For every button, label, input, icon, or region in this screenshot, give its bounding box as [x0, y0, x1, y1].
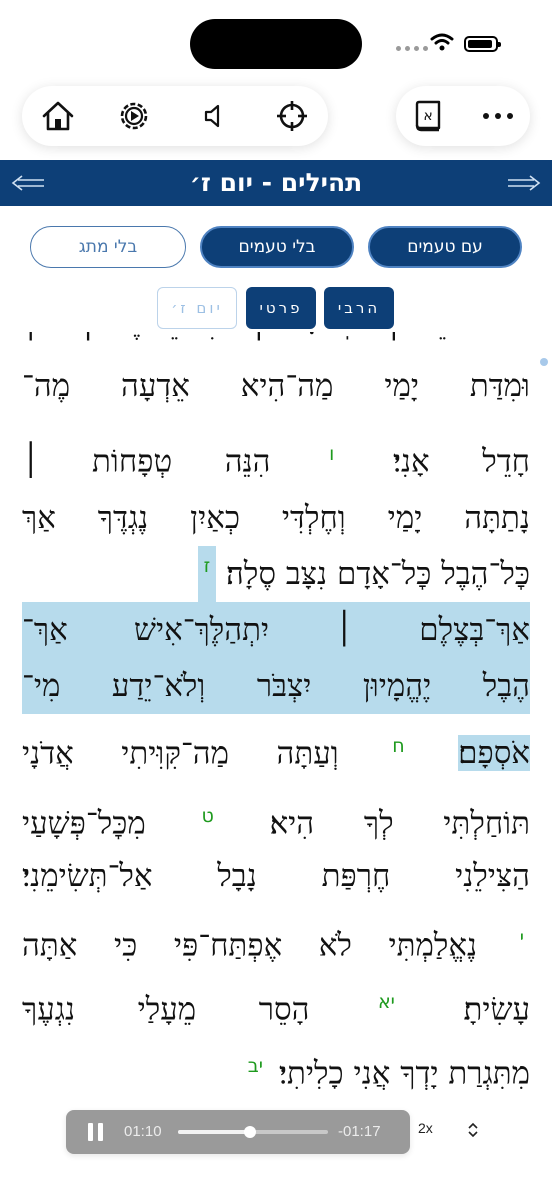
settings-icon[interactable] — [114, 96, 154, 136]
verse-number: ח — [392, 735, 405, 757]
without-meteg-button[interactable]: בלי מתג — [30, 226, 186, 268]
text-segment: מִכׇּל־פְּשָׁעַי — [22, 805, 146, 842]
text-line: נָתַתָּה יָמַי וְחֶלְדִּי כְאַיִן נֶגְדֶ… — [22, 500, 530, 536]
dynamic-island — [190, 19, 362, 69]
text-segment: מִתִּגְרַת יָדְךָ אֲנִי כָלִיתִי׃ — [278, 1055, 530, 1092]
remaining-time: -01:17 — [338, 1123, 381, 1140]
speed-stepper-icon[interactable] — [466, 1120, 480, 1140]
text-line: ־ ֹ ֵ ׀ ֽ ׃ ׀ ִ ֵ ֶ ׀ ׀ — [22, 332, 530, 352]
text-line: הַצִּילֵנִי חֶרְפַּת נָבָל אַל־תְּשִׂימֵ… — [22, 858, 530, 894]
wifi-icon — [430, 33, 454, 51]
rebbe-mode-button[interactable]: הרבי — [324, 287, 394, 329]
text-line: אֹסְפָם׃ ח וְעַתָּה מַה־קִּוִּיתִי אֲדֹנ… — [22, 718, 530, 774]
home-icon[interactable] — [38, 96, 78, 136]
chapter-header: תהילים - יום ז׳ — [0, 160, 552, 206]
book-icon[interactable]: א — [408, 96, 448, 136]
text-segment: הִנֵּה טְפָחוֹת ׀ — [22, 443, 271, 480]
progress-thumb[interactable] — [244, 1126, 256, 1138]
with-cantillation-button[interactable]: עם טעמים — [368, 226, 522, 268]
cellular-signal-icon — [396, 46, 428, 51]
playback-speed-button[interactable]: 2x — [418, 1120, 433, 1136]
highlighted-text-line: הֶבֶל יֶהֱמָיוּן יִצְבֹּר וְלֹא־יֵדַע מִ… — [22, 658, 530, 714]
more-icon[interactable] — [478, 96, 518, 136]
progress-slider[interactable] — [178, 1126, 328, 1138]
text-segment: עָשִׂיתָ׃ — [463, 991, 530, 1028]
text-segment: כׇּל־הֶבֶל כׇּל־אָדָם נִצָּב סֶלָה׃ — [226, 556, 530, 592]
text-line: וּמִדַּת יָמַי מַה־הִיא אֵדְעָה מֶה־ — [22, 368, 530, 404]
text-line-clipped: ־ ֹ ֵ ׀ ֽ ׃ ׀ ִ ֵ ֶ ׀ ׀ — [22, 332, 530, 352]
page-title: תהילים - יום ז׳ — [189, 168, 363, 197]
highlighted-text-segment: אֹסְפָם׃ — [458, 735, 530, 772]
speaker-icon[interactable] — [194, 96, 234, 136]
verse-number: ט — [201, 805, 214, 827]
text-segment: חָדֵל אָנִי׃ — [392, 443, 530, 480]
text-line: כׇּל־הֶבֶל כׇּל־אָדָם נִצָּב סֶלָה׃ ז — [22, 546, 530, 602]
main-toolbar — [22, 86, 328, 146]
private-mode-button[interactable]: פרטי — [246, 287, 316, 329]
elapsed-time: 01:10 — [124, 1123, 162, 1140]
verse-number: ו — [329, 443, 335, 465]
previous-arrow-icon[interactable] — [10, 172, 46, 194]
text-segment: הָסֵר מֵעָלַי נִגְעֶךָ — [22, 991, 310, 1028]
text-segment: וְעַתָּה מַה־קִּוִּיתִי אֲדֹנָי — [22, 735, 339, 772]
text-segment: תּוֹחַלְתִּי לְךָ הִיא׃ — [269, 805, 531, 842]
status-bar — [0, 0, 552, 80]
next-arrow-icon[interactable] — [506, 172, 542, 194]
text-line: תּוֹחַלְתִּי לְךָ הִיא׃ ט מִכׇּל־פְּשָׁע… — [22, 788, 530, 844]
battery-icon — [464, 36, 501, 52]
text-line: חָדֵל אָנִי׃ ו הִנֵּה טְפָחוֹת ׀ — [22, 426, 530, 482]
pause-icon[interactable] — [88, 1123, 104, 1141]
text-segment: נֶאֱלַמְתִּי לֹא אֶפְתַּח־פִּי כִּי אַתָ… — [22, 927, 478, 964]
highlighted-text-line: אַךְ־בְּצֶלֶם ׀ יִתְהַלֶּךְ־אִישׁ אַךְ־ — [22, 602, 530, 658]
text-line: י נֶאֱלַמְתִּי לֹא אֶפְתַּח־פִּי כִּי אַ… — [22, 910, 530, 966]
secondary-toolbar: א — [396, 86, 530, 146]
text-line: עָשִׂיתָ׃ יא הָסֵר מֵעָלַי נִגְעֶךָ — [22, 974, 530, 1030]
verse-number: יא — [377, 991, 395, 1013]
progress-fill — [178, 1130, 250, 1134]
scroll-indicator[interactable] — [540, 358, 548, 366]
without-cantillation-button[interactable]: בלי טעמים — [200, 226, 354, 268]
verse-number: יב — [247, 1055, 264, 1077]
svg-text:א: א — [423, 108, 432, 124]
day-mode-button[interactable]: יום ז׳ — [157, 287, 237, 329]
text-line: מִתִּגְרַת יָדְךָ אֲנִי כָלִיתִי׃ יב — [22, 1038, 530, 1094]
verse-number: ז — [197, 546, 217, 602]
verse-number: י — [519, 927, 524, 949]
audio-player: 01:10 -01:17 — [66, 1110, 410, 1154]
crosshair-icon[interactable] — [272, 96, 312, 136]
